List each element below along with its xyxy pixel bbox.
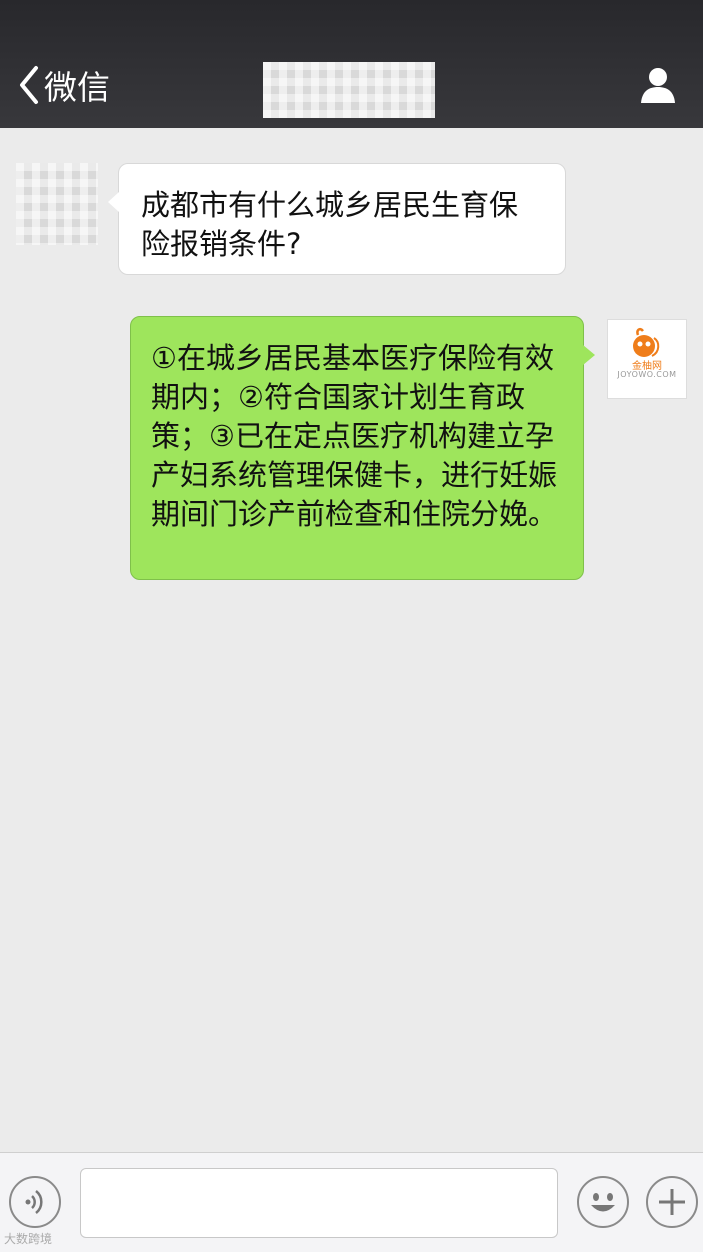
voice-icon bbox=[25, 1190, 43, 1214]
outgoing-message-bubble[interactable]: ①在城乡居民基本医疗保险有效期内；②符合国家计划生育政策；③已在定点医疗机构建立… bbox=[130, 316, 595, 580]
voice-input-button[interactable] bbox=[9, 1176, 61, 1228]
more-options-button[interactable] bbox=[646, 1176, 698, 1228]
outgoing-message-text: ①在城乡居民基本医疗保险有效期内；②符合国家计划生育政策；③已在定点医疗机构建立… bbox=[151, 341, 558, 531]
brand-caption: JOYOWO.COM bbox=[617, 370, 677, 379]
brand-logo-icon: 金柚网 bbox=[632, 327, 662, 372]
incoming-message-text: 成都市有什么城乡居民生育保险报销条件? bbox=[141, 188, 519, 261]
incoming-message-bubble[interactable]: 成都市有什么城乡居民生育保险报销条件? bbox=[108, 163, 566, 275]
chevron-left-icon bbox=[20, 66, 38, 104]
plus-icon bbox=[659, 1189, 685, 1215]
input-toolbar bbox=[0, 1152, 703, 1252]
message-input[interactable] bbox=[80, 1168, 558, 1238]
watermark-text: 大数跨境 bbox=[4, 1232, 53, 1246]
contact-avatar-obscured[interactable] bbox=[16, 163, 98, 245]
back-button[interactable]: 微信 bbox=[18, 62, 110, 108]
contact-name-obscured bbox=[263, 62, 435, 118]
smiley-icon bbox=[591, 1193, 615, 1212]
navigation-bar: 微信 bbox=[0, 0, 703, 128]
user-avatar[interactable]: 金柚网 JOYOWO.COM bbox=[607, 319, 687, 399]
profile-icon[interactable] bbox=[639, 66, 677, 104]
emoji-button[interactable] bbox=[577, 1176, 629, 1228]
back-label: 微信 bbox=[44, 68, 110, 107]
